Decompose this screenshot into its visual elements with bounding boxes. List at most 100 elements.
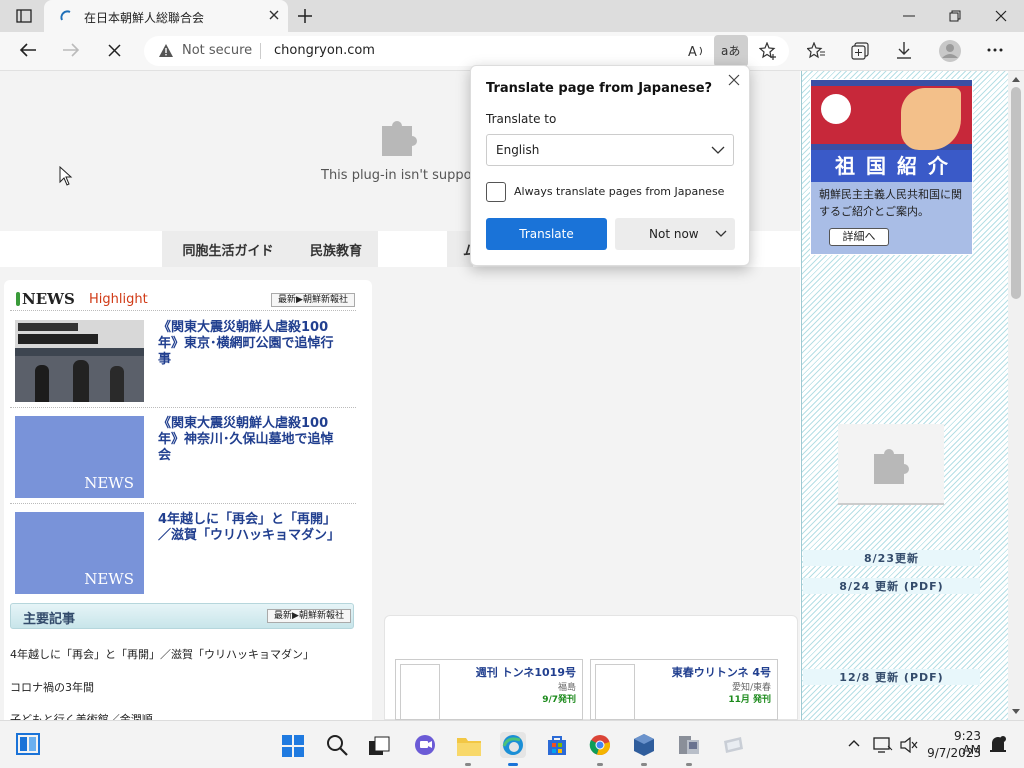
not-now-button[interactable]: Not now	[615, 218, 735, 250]
not-now-label: Not now	[649, 227, 699, 241]
not-secure-label[interactable]: Not secure	[182, 43, 252, 58]
running-indicator	[597, 763, 603, 766]
loading-icon	[59, 9, 73, 23]
update-link[interactable]: 12/8 更新 (PDF)	[803, 669, 980, 685]
add-favorite-icon[interactable]	[759, 42, 777, 60]
scroll-down-icon[interactable]	[1012, 709, 1020, 714]
news-divider	[10, 407, 356, 408]
magazine-card[interactable]: 東春ウリトンネ 4号 愛知/東春 11月 発刊	[590, 659, 778, 720]
news-item-text[interactable]: 《関東大震災朝鮮人虐殺100年》東京･横網町公園で追悼行事	[158, 320, 344, 368]
restore-icon[interactable]	[949, 10, 961, 22]
chrome-icon[interactable]	[589, 734, 611, 756]
minimize-icon[interactable]	[903, 11, 915, 21]
country-intro-banner[interactable]: 祖 国 紹 介 朝鮮民主主義人民共和国に関するご紹介とご案内。 詳細へ	[810, 79, 973, 255]
widgets-icon[interactable]	[16, 733, 40, 755]
popup-label: Translate to	[486, 112, 557, 126]
running-indicator	[686, 763, 692, 766]
taskbar: 9:23 AM 9/7/2023	[0, 720, 1024, 768]
magazine-card[interactable]: 週刊 トンネ1019号 福島 9/7発刊	[395, 659, 583, 720]
stop-loading-icon[interactable]	[108, 44, 121, 57]
magazine-cover	[400, 664, 440, 720]
news-divider	[10, 503, 356, 504]
clock-date[interactable]: 9/7/2023	[925, 746, 981, 760]
article-link[interactable]: 子どもと行く美術館／金潤順	[10, 711, 153, 720]
popup-close-icon[interactable]	[728, 74, 740, 86]
news-thumb[interactable]: NEWS	[15, 416, 144, 498]
news-item-text[interactable]: 《関東大震災朝鮮人虐殺100年》神奈川･久保山墓地で追悼会	[158, 416, 344, 464]
search-icon[interactable]	[326, 734, 348, 756]
news-logo-text: NEWS	[22, 290, 75, 308]
address-separator	[260, 43, 261, 59]
downloads-icon[interactable]	[895, 41, 913, 61]
forward-icon[interactable]	[62, 42, 80, 58]
collections-icon[interactable]	[851, 42, 869, 60]
file-explorer-icon[interactable]	[456, 735, 482, 757]
news-highlight-label: Highlight	[89, 292, 148, 307]
translate-popup: Translate page from Japanese? Translate …	[470, 65, 750, 266]
news-thumb-text: NEWS	[84, 474, 134, 492]
news-item-text[interactable]: 4年越しに「再会」と「再開」／滋賀「ウリハッキョマダン」	[158, 512, 344, 544]
read-aloud-icon[interactable]: A	[688, 43, 706, 59]
svg-text:A: A	[688, 45, 697, 59]
network-icon[interactable]	[873, 736, 893, 754]
article-link[interactable]: コロナ禍の3年間	[10, 679, 94, 695]
browser-tab[interactable]: 在日本朝鮮人総聯合会	[44, 0, 288, 32]
main-articles-link[interactable]: 最新▶朝鮮新報社	[267, 609, 351, 623]
sidebar-plugin-placeholder	[838, 424, 944, 505]
device-app-icon[interactable]	[677, 733, 701, 757]
nav-item-education[interactable]: 民族教育	[294, 231, 378, 267]
svg-text:aあ: aあ	[721, 44, 740, 58]
chat-icon[interactable]	[413, 734, 437, 756]
virtualbox-icon[interactable]	[633, 733, 655, 757]
workspaces-icon[interactable]	[16, 9, 32, 23]
star-icon	[821, 94, 851, 124]
scroll-thumb[interactable]	[1011, 87, 1021, 299]
update-link[interactable]: 8/23更新	[803, 550, 980, 566]
magazine-date: 9/7発刊	[542, 695, 576, 705]
update-link[interactable]: 8/24 更新 (PDF)	[803, 578, 980, 594]
volume-muted-icon[interactable]	[900, 737, 918, 753]
translate-button[interactable]: Translate	[486, 218, 607, 250]
tab-title: 在日本朝鮮人総聯合会	[84, 11, 205, 25]
close-tab-icon[interactable]	[268, 9, 280, 21]
news-thumb-text: NEWS	[84, 570, 134, 588]
banner-button[interactable]: 詳細へ	[829, 228, 889, 246]
warning-icon[interactable]	[158, 43, 174, 58]
notification-icon[interactable]	[989, 735, 1007, 755]
latest-link[interactable]: 最新▶朝鮮新報社	[271, 293, 355, 307]
leaf-icon	[16, 292, 20, 306]
nav-item-life-guide[interactable]: 同胞生活ガイド	[162, 231, 294, 267]
new-tab-icon[interactable]	[297, 8, 313, 24]
chevron-up-icon[interactable]	[848, 739, 860, 747]
article-link[interactable]: 4年越しに「再会」と「再開」／滋賀「ウリハッキョマダン」	[10, 646, 314, 662]
store-icon[interactable]	[545, 734, 569, 756]
translate-icon[interactable]: aあ	[714, 35, 748, 67]
puzzle-icon	[378, 114, 422, 158]
chevron-down-icon	[715, 230, 727, 238]
remote-app-icon[interactable]	[721, 733, 745, 757]
edge-icon[interactable]	[500, 732, 526, 758]
always-translate-label[interactable]: Always translate pages from Japanese	[514, 185, 724, 198]
banner-desc: 朝鮮民主主義人民共和国に関するご紹介とご案内。	[819, 188, 962, 218]
back-icon[interactable]	[19, 42, 37, 58]
favorites-icon[interactable]	[807, 42, 825, 59]
profile-avatar-icon[interactable]	[939, 40, 961, 62]
scroll-up-icon[interactable]	[1012, 77, 1020, 82]
address-bar[interactable]: Not secure chongryon.com A aあ	[144, 35, 789, 67]
task-view-icon[interactable]	[369, 736, 391, 756]
main-articles-title: 主要記事	[23, 612, 76, 627]
news-thumb[interactable]: NEWS	[15, 512, 144, 594]
scrollbar[interactable]	[1008, 71, 1024, 720]
news-thumb-photo[interactable]	[15, 320, 144, 402]
chevron-down-icon	[711, 145, 725, 155]
always-translate-checkbox[interactable]	[486, 182, 506, 202]
settings-more-icon[interactable]	[987, 48, 1003, 52]
url-text[interactable]: chongryon.com	[274, 43, 375, 58]
news-logo: NEWS	[16, 290, 75, 308]
title-bar: 在日本朝鮮人総聯合会	[0, 0, 1024, 32]
start-icon[interactable]	[282, 735, 304, 757]
magazine-date: 11月 発刊	[728, 695, 771, 705]
close-window-icon[interactable]	[995, 10, 1007, 22]
language-select[interactable]: English	[486, 134, 734, 166]
puzzle-icon	[870, 442, 914, 486]
